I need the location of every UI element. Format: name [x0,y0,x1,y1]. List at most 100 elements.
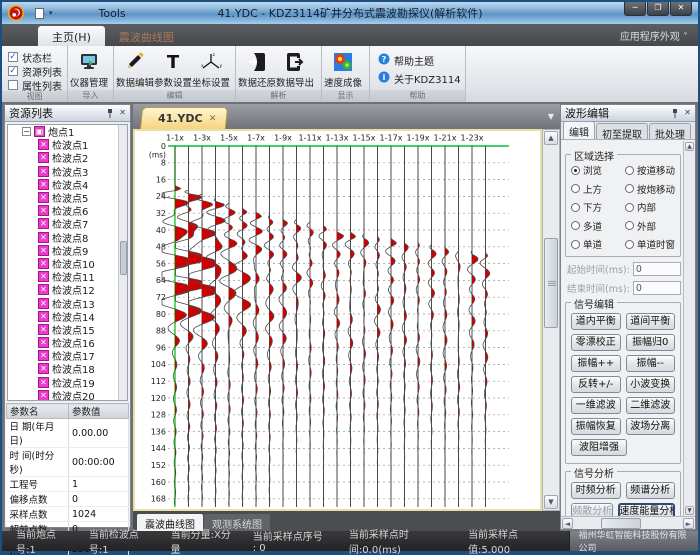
tree-item-geophone-10[interactable]: ✕检波点10 [8,257,127,270]
signal-edit-button-1[interactable]: 道间平衡 [626,313,676,330]
radio-icon[interactable] [625,184,634,193]
tree-item-geophone-11[interactable]: ✕检波点11 [8,270,127,283]
radio-icon[interactable] [625,240,634,249]
signal-edit-button-11[interactable]: 波场分离 [626,418,676,435]
radio-2[interactable]: 上方 [571,182,623,196]
signal-edit-button-2[interactable]: 零漂校正 [571,334,621,351]
tree-item-geophone-14[interactable]: ✕检波点14 [8,310,127,323]
radio-9[interactable]: 单道时窗 [625,237,677,251]
radio-icon[interactable] [625,221,634,230]
tree-item-geophone-9[interactable]: ✕检波点9 [8,244,127,257]
scroll-up-icon[interactable]: ▲ [544,131,558,145]
checkbox-checked-icon[interactable]: ✓ [8,66,18,76]
scroll-down-icon[interactable]: ▼ [544,495,558,509]
tree-item-geophone-6[interactable]: ✕检波点6 [8,204,127,217]
tab-home[interactable]: 主页(H) [38,26,105,46]
quick-access-dropdown-icon[interactable]: ▾ [49,9,53,17]
radio-selected-icon[interactable] [571,166,580,175]
start-time-input[interactable] [633,262,681,276]
tree-root-shot-point[interactable]: −▣炮点1 [8,125,127,138]
checkbox-row-1[interactable]: ✓资源列表 [8,65,62,77]
collapse-icon[interactable]: − [22,127,31,136]
signal-analysis-button-3[interactable]: 速度能量分析 [618,503,675,516]
tab-overflow-icon[interactable]: ▼ [548,112,554,121]
document-tab-close-icon[interactable]: ✕ [209,114,217,124]
help-link-1[interactable]: i关于KDZ3114 [372,71,461,86]
tree-item-geophone-3[interactable]: ✕检波点3 [8,165,127,178]
radio-icon[interactable] [571,221,580,230]
ribbon-button-instrument[interactable]: 仪器管理 [70,48,108,89]
radio-5[interactable]: 内部 [625,200,677,214]
seismic-chart[interactable]: 0816243240485664728088961041121201281361… [133,129,542,511]
radio-1[interactable]: 按道移动 [625,163,677,177]
signal-edit-button-3[interactable]: 振幅归0 [626,334,676,351]
tree-item-geophone-19[interactable]: ✕检波点19 [8,376,127,389]
chart-vertical-scrollbar[interactable]: ▲ ▼ [542,129,560,511]
tree-item-geophone-5[interactable]: ✕检波点5 [8,191,127,204]
end-time-input[interactable] [633,281,681,295]
radio-7[interactable]: 外部 [625,219,677,233]
ribbon-button-data-restore[interactable]: 数据还原 [238,48,276,89]
tree-item-geophone-7[interactable]: ✕检波点7 [8,217,127,230]
tree-item-geophone-16[interactable]: ✕检波点16 [8,336,127,349]
ribbon-button-pencil[interactable]: 数据编辑 [116,48,154,89]
radio-4[interactable]: 下方 [571,200,623,214]
signal-edit-button-7[interactable]: 小波变换 [626,376,676,393]
radio-8[interactable]: 单道 [571,237,623,251]
signal-edit-button-0[interactable]: 道内平衡 [571,313,621,330]
signal-analysis-button-1[interactable]: 频谱分析 [626,482,676,499]
radio-0[interactable]: 浏览 [571,163,623,177]
signal-edit-button-9[interactable]: 二维滤波 [626,397,676,414]
panel-vertical-scrollbar[interactable]: ▲ ▼ [683,141,695,516]
tree-item-geophone-12[interactable]: ✕检波点12 [8,283,127,296]
wave-panel-tab-1[interactable]: 初至提取 [596,123,648,139]
tree-item-geophone-20[interactable]: ✕检波点20 [8,389,127,401]
help-link-0[interactable]: ?帮助主题 [372,53,461,68]
new-file-icon[interactable] [35,8,44,19]
signal-edit-button-10[interactable]: 振幅恢复 [571,418,621,435]
scroll-down-icon[interactable]: ▼ [685,506,694,515]
tree-item-geophone-17[interactable]: ✕检波点17 [8,349,127,362]
ribbon-button-data-export[interactable]: 数据导出 [276,48,314,89]
scroll-up-icon[interactable]: ▲ [685,142,694,151]
checkbox-row-0[interactable]: ✓状态栏 [8,51,62,63]
signal-edit-button-12[interactable]: 波阻增强 [571,439,627,456]
minimize-button[interactable]: ─ [624,2,646,16]
close-button[interactable]: ✕ [670,2,692,16]
checkbox-row-2[interactable]: 属性列表 [8,79,62,91]
radio-icon[interactable] [571,240,580,249]
tree-item-geophone-2[interactable]: ✕检波点2 [8,151,127,164]
wave-panel-tab-2[interactable]: 批处理 [649,123,691,139]
pin-icon[interactable] [671,109,679,118]
tree-scrollbar[interactable] [118,125,127,400]
signal-edit-button-5[interactable]: 振幅-- [626,355,676,372]
tree-item-geophone-18[interactable]: ✕检波点18 [8,362,127,375]
ribbon-button-velocity-imaging[interactable]: 速度成像 [324,48,362,89]
tab-wave-curve[interactable]: 震波曲线图 [105,26,188,46]
close-panel-icon[interactable]: ✕ [119,109,126,117]
radio-icon[interactable] [571,203,580,212]
checkbox-checked-icon[interactable]: ✓ [8,52,18,62]
tree-item-geophone-8[interactable]: ✕检波点8 [8,231,127,244]
signal-edit-button-8[interactable]: 一维滤波 [571,397,621,414]
scroll-left-icon[interactable]: ◄ [562,518,573,529]
radio-6[interactable]: 多道 [571,219,623,233]
wave-panel-tab-0[interactable]: 编辑 [563,121,595,139]
appearance-menu[interactable]: 应用程序外观 ˅ [620,28,698,43]
radio-icon[interactable] [625,166,634,175]
maximize-button[interactable]: ❐ [647,2,669,16]
signal-edit-button-4[interactable]: 振幅++ [571,355,621,372]
tools-menu[interactable]: Tools [99,7,126,20]
signal-analysis-button-0[interactable]: 时频分析 [571,482,621,499]
radio-3[interactable]: 按炮移动 [625,182,677,196]
radio-icon[interactable] [571,184,580,193]
tree-item-geophone-1[interactable]: ✕检波点1 [8,138,127,151]
signal-edit-button-6[interactable]: 反转+/- [571,376,621,393]
tree-item-geophone-13[interactable]: ✕检波点13 [8,296,127,309]
ribbon-button-text-tool[interactable]: T参数设置 [154,48,192,89]
radio-icon[interactable] [625,203,634,212]
checkbox-unchecked-icon[interactable] [8,80,18,90]
document-tab[interactable]: 41.YDC ✕ [140,107,229,129]
pin-icon[interactable] [106,109,114,118]
tree-item-geophone-4[interactable]: ✕检波点4 [8,178,127,191]
